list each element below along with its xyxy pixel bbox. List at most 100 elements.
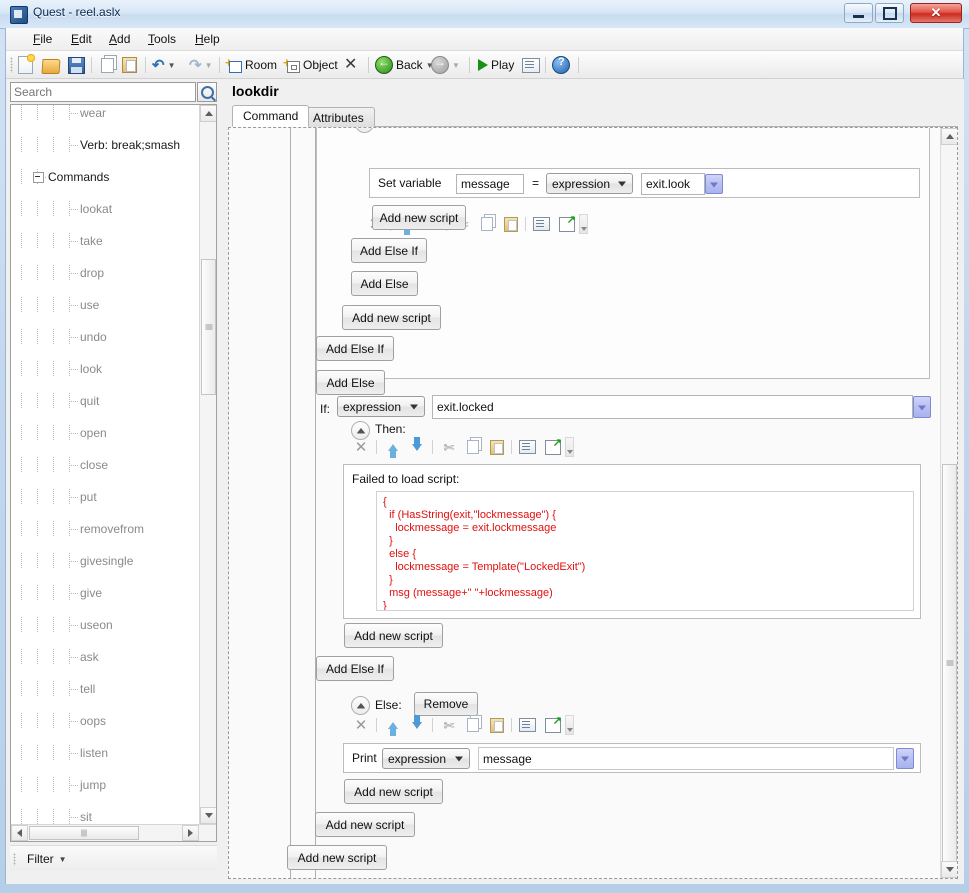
open-external-icon[interactable] <box>543 437 563 457</box>
tree-item[interactable]: oops <box>11 713 200 729</box>
tab-attributes[interactable]: Attributes <box>302 107 375 127</box>
add-room-button[interactable]: + Room <box>225 54 277 76</box>
tree-item[interactable]: drop <box>11 265 200 281</box>
tree-horizontal-scrollbar[interactable] <box>11 824 216 841</box>
tree-item[interactable]: Verb: break;smash <box>11 137 200 153</box>
tree-hscroll-thumb[interactable] <box>29 826 139 840</box>
add-new-script-button-then[interactable]: Add new script <box>344 623 443 648</box>
editor-scroll-thumb[interactable] <box>942 464 957 862</box>
move-down-icon[interactable] <box>407 715 427 735</box>
view-code-icon[interactable] <box>517 437 537 457</box>
paste-icon[interactable] <box>487 437 507 457</box>
copy-icon[interactable] <box>463 715 483 735</box>
back-button[interactable]: Back ▼ <box>375 54 434 76</box>
tree-scroll-left-button[interactable] <box>11 825 28 841</box>
tree-item[interactable]: tell <box>11 681 200 697</box>
paste-button[interactable] <box>122 54 137 76</box>
add-object-button[interactable]: + Object <box>283 54 338 76</box>
if-condition-input[interactable]: exit.locked <box>432 395 913 419</box>
tree-item[interactable]: ask <box>11 649 200 665</box>
search-button[interactable] <box>197 82 217 102</box>
redo-button[interactable]: ↷▼ <box>189 54 213 76</box>
add-else-if-button-1[interactable]: Add Else If <box>351 238 427 263</box>
set-variable-name-input[interactable]: message <box>456 174 524 194</box>
object-tree[interactable]: wearVerb: break;smashCommandslookattaked… <box>10 104 217 842</box>
add-new-script-button-3[interactable]: Add new script <box>315 812 415 837</box>
print-value-input[interactable]: message <box>478 747 894 770</box>
delete-icon[interactable]: ✕ <box>351 437 371 457</box>
redo-chevron-down-icon[interactable]: ▼ <box>205 61 213 70</box>
add-else-button-1[interactable]: Add Else <box>351 271 418 296</box>
if-mode-select[interactable]: expression <box>337 396 425 417</box>
tree-item[interactable]: undo <box>11 329 200 345</box>
tree-item[interactable]: take <box>11 233 200 249</box>
tree-scroll-right-button[interactable] <box>182 825 199 841</box>
copy-icon[interactable] <box>477 214 497 234</box>
paste-icon[interactable] <box>487 715 507 735</box>
tree-item[interactable]: put <box>11 489 200 505</box>
paste-icon[interactable] <box>501 214 521 234</box>
editor-scroll-down-button[interactable] <box>941 861 958 878</box>
move-down-icon[interactable] <box>407 437 427 457</box>
print-value-dropdown-button[interactable] <box>896 748 914 769</box>
menu-file[interactable]: File <box>24 31 61 48</box>
tree-item[interactable]: removefrom <box>11 521 200 537</box>
open-external-icon[interactable] <box>543 715 563 735</box>
walkthrough-button[interactable] <box>522 54 540 76</box>
view-code-icon[interactable] <box>517 715 537 735</box>
move-up-icon[interactable] <box>383 715 403 735</box>
tree-scroll-up-button[interactable] <box>200 105 217 122</box>
tree-item[interactable]: useon <box>11 617 200 633</box>
tree-item[interactable]: lookat <box>11 201 200 217</box>
undo-chevron-down-icon[interactable]: ▼ <box>168 61 176 70</box>
toolbar-overflow-icon[interactable] <box>565 437 574 457</box>
menu-add[interactable]: Add <box>100 31 139 48</box>
tree-item[interactable]: open <box>11 425 200 441</box>
tree-item[interactable]: wear <box>11 105 200 121</box>
save-button[interactable] <box>68 54 85 76</box>
tree-item[interactable]: look <box>11 361 200 377</box>
tree-item[interactable]: givesingle <box>11 553 200 569</box>
menu-help[interactable]: Help <box>186 31 229 48</box>
menu-tools[interactable]: Tools <box>139 31 185 48</box>
set-variable-value-input[interactable]: exit.look <box>641 173 705 195</box>
editor-vertical-scrollbar[interactable] <box>940 128 957 878</box>
play-button[interactable]: Play <box>478 54 514 76</box>
open-button[interactable] <box>42 54 60 76</box>
close-button[interactable]: ✕ <box>910 3 962 23</box>
search-input[interactable] <box>10 82 196 102</box>
tab-command[interactable]: Command <box>232 105 309 127</box>
copy-icon[interactable] <box>463 437 483 457</box>
print-mode-select[interactable]: expression <box>382 748 470 769</box>
tree-expander-icon[interactable] <box>33 172 44 183</box>
tree-item[interactable]: jump <box>11 777 200 793</box>
delete-button[interactable]: ✕ <box>344 54 357 76</box>
set-variable-value-dropdown-button[interactable] <box>705 174 723 194</box>
add-else-if-button-3[interactable]: Add Else If <box>316 656 394 681</box>
toolbar-overflow-icon[interactable] <box>579 214 588 234</box>
add-new-script-button-1[interactable]: Add new script <box>372 205 466 230</box>
toolbar-grip[interactable] <box>10 57 13 73</box>
move-up-icon[interactable] <box>383 437 403 457</box>
filter-grip[interactable] <box>13 853 16 866</box>
tree-scroll-down-button[interactable] <box>200 807 217 824</box>
tree-vertical-scrollbar[interactable] <box>199 105 216 841</box>
add-else-if-button-2[interactable]: Add Else If <box>316 336 394 361</box>
copy-button[interactable] <box>98 54 114 76</box>
tree-item[interactable]: use <box>11 297 200 313</box>
help-button[interactable] <box>552 54 570 76</box>
maximize-button[interactable] <box>875 3 904 23</box>
cut-icon[interactable]: ✄ <box>439 437 459 457</box>
tree-scroll-thumb[interactable] <box>201 259 216 395</box>
add-new-script-button-2[interactable]: Add new script <box>342 305 441 330</box>
tree-item[interactable]: listen <box>11 745 200 761</box>
menu-edit[interactable]: Edit <box>62 31 101 48</box>
add-else-button-2[interactable]: Add Else <box>316 370 385 395</box>
set-variable-mode-select[interactable]: expression <box>546 173 633 194</box>
tree-item[interactable]: give <box>11 585 200 601</box>
forward-chevron-down-icon[interactable]: ▼ <box>452 61 460 70</box>
open-external-icon[interactable] <box>557 214 577 234</box>
cut-icon[interactable]: ✄ <box>439 715 459 735</box>
add-new-script-button-4[interactable]: Add new script <box>287 845 387 870</box>
tree-item[interactable]: quit <box>11 393 200 409</box>
